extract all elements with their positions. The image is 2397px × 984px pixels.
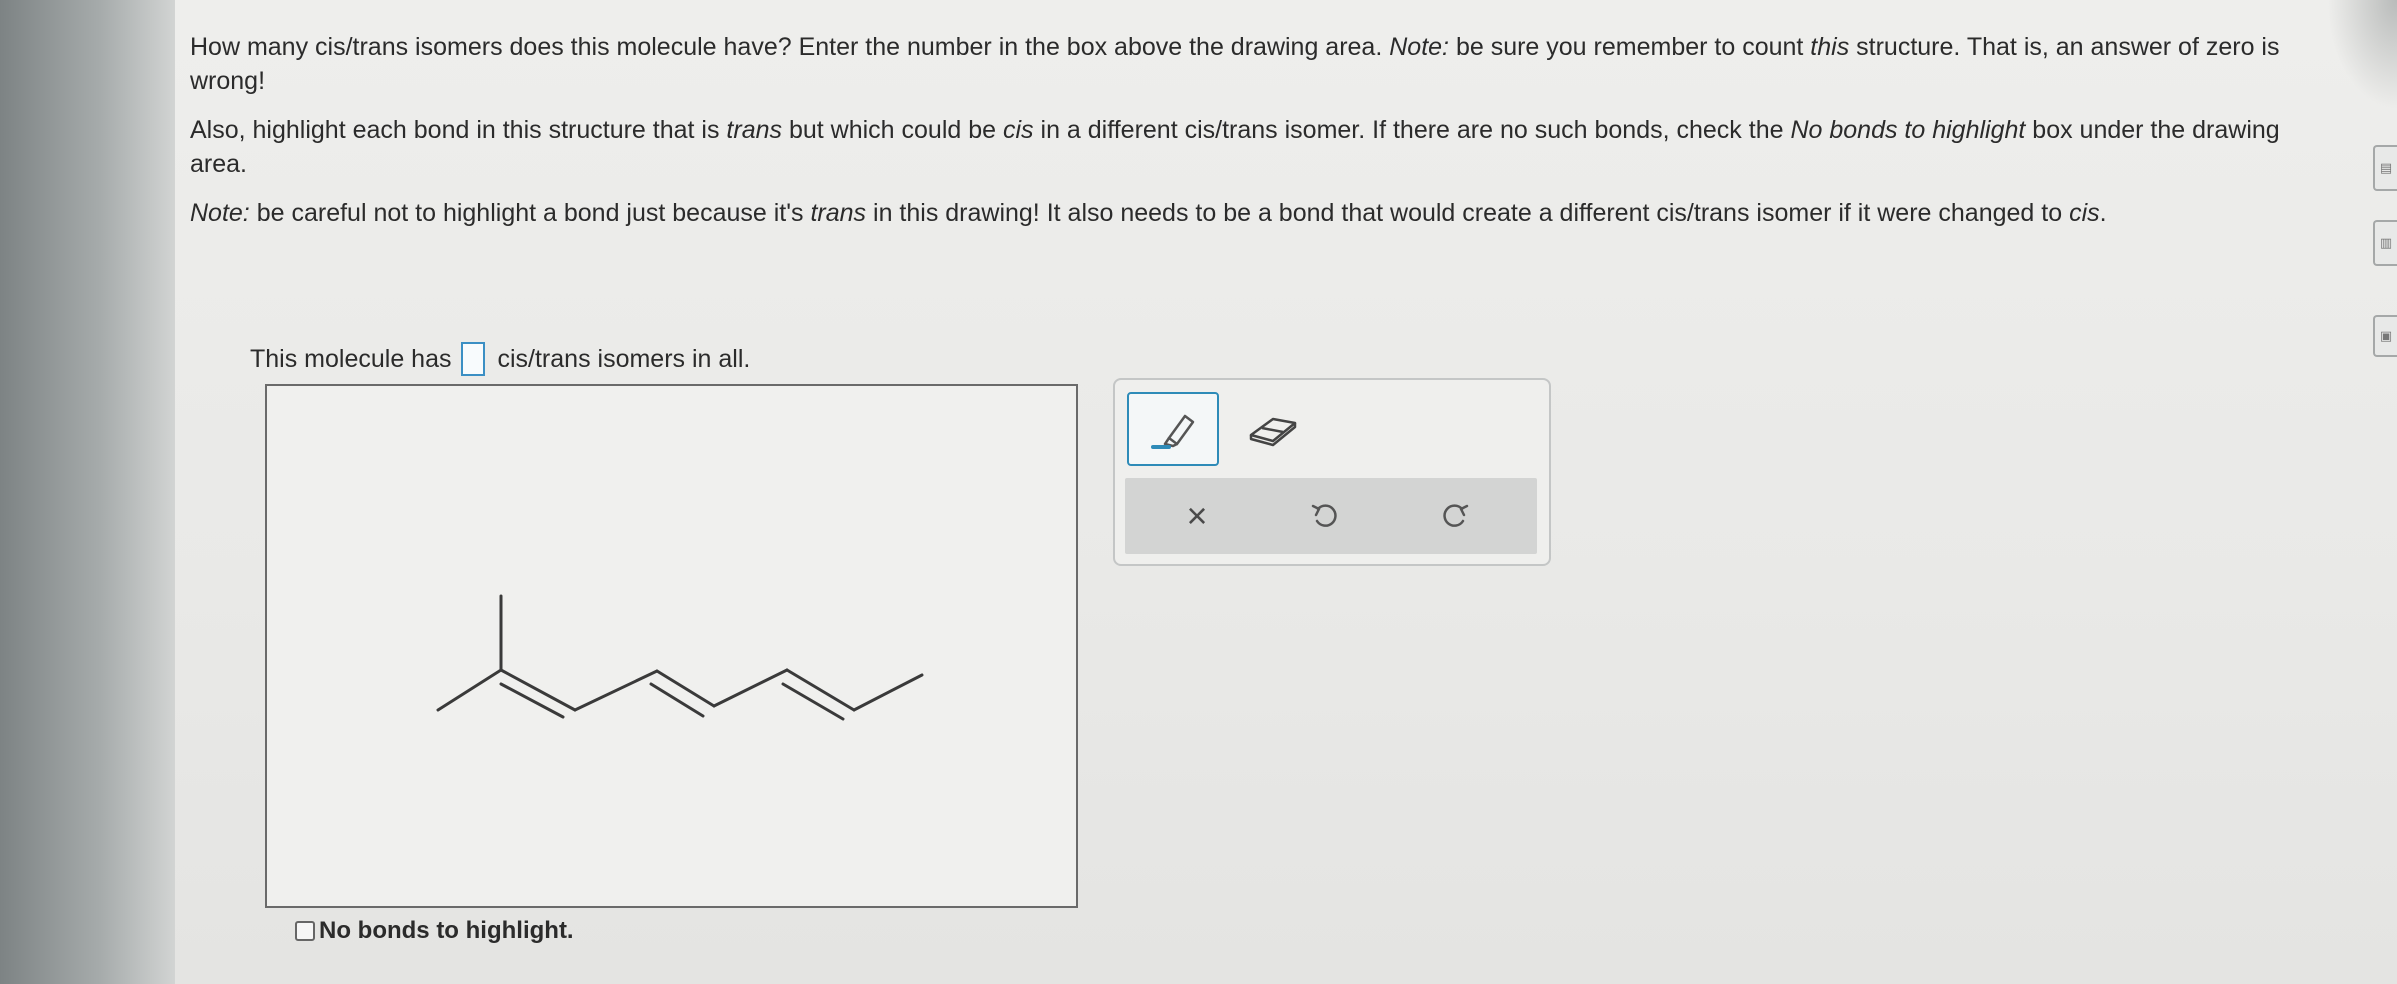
clear-button[interactable]: × [1147, 478, 1247, 554]
highlighter-icon [1151, 414, 1195, 449]
question-paragraph-1: How many cis/trans isomers does this mol… [190, 33, 2280, 95]
redo-icon [1443, 504, 1469, 527]
action-bar: × [1125, 478, 1537, 554]
double-bond[interactable] [499, 668, 577, 719]
eraser-icon [1249, 417, 1297, 447]
chart-icon: ▥ [2379, 235, 2393, 250]
answer-line: This molecule has cis/trans isomers in a… [250, 342, 750, 376]
no-bonds-label: No bonds to highlight. [319, 917, 574, 944]
eraser-tool-button[interactable] [1227, 392, 1319, 466]
question-paragraph-3: Note: be careful not to highlight a bond… [190, 199, 2107, 227]
drawing-area[interactable] [265, 384, 1078, 908]
side-panel-tab[interactable]: ▥ [2373, 220, 2397, 266]
double-bond[interactable] [649, 669, 716, 718]
no-bonds-option[interactable]: No bonds to highlight. [295, 917, 574, 945]
close-icon: × [1186, 495, 1208, 536]
single-bond[interactable] [712, 668, 789, 708]
answer-suffix: cis/trans isomers in all. [497, 344, 751, 373]
redo-button[interactable] [1405, 478, 1505, 554]
methyl-bond[interactable] [436, 668, 503, 712]
single-bond[interactable] [573, 669, 659, 712]
side-panel-tab[interactable]: ▤ [2373, 145, 2397, 191]
undo-button[interactable] [1275, 478, 1375, 554]
terminal-bond[interactable] [852, 673, 924, 712]
window-edge [0, 0, 175, 984]
question-paragraph-2: Also, highlight each bond in this struct… [190, 116, 2280, 178]
calculator-icon: ▤ [2379, 160, 2393, 175]
no-bonds-checkbox[interactable] [295, 921, 315, 941]
screen: How many cis/trans isomers does this mol… [0, 0, 2397, 984]
undo-icon [1311, 504, 1337, 527]
highlight-tool-button[interactable] [1127, 392, 1219, 466]
text-icon: ▣ [2379, 328, 2393, 343]
question-text: How many cis/trans isomers does this mol… [190, 30, 2340, 245]
drawing-toolbar: × [1113, 378, 1551, 566]
answer-prefix: This molecule has [250, 344, 452, 373]
double-bond[interactable] [781, 668, 856, 721]
isomer-count-input[interactable] [461, 342, 486, 376]
molecule-drawing [436, 594, 924, 721]
side-panel-tab[interactable]: ▣ [2373, 315, 2397, 357]
